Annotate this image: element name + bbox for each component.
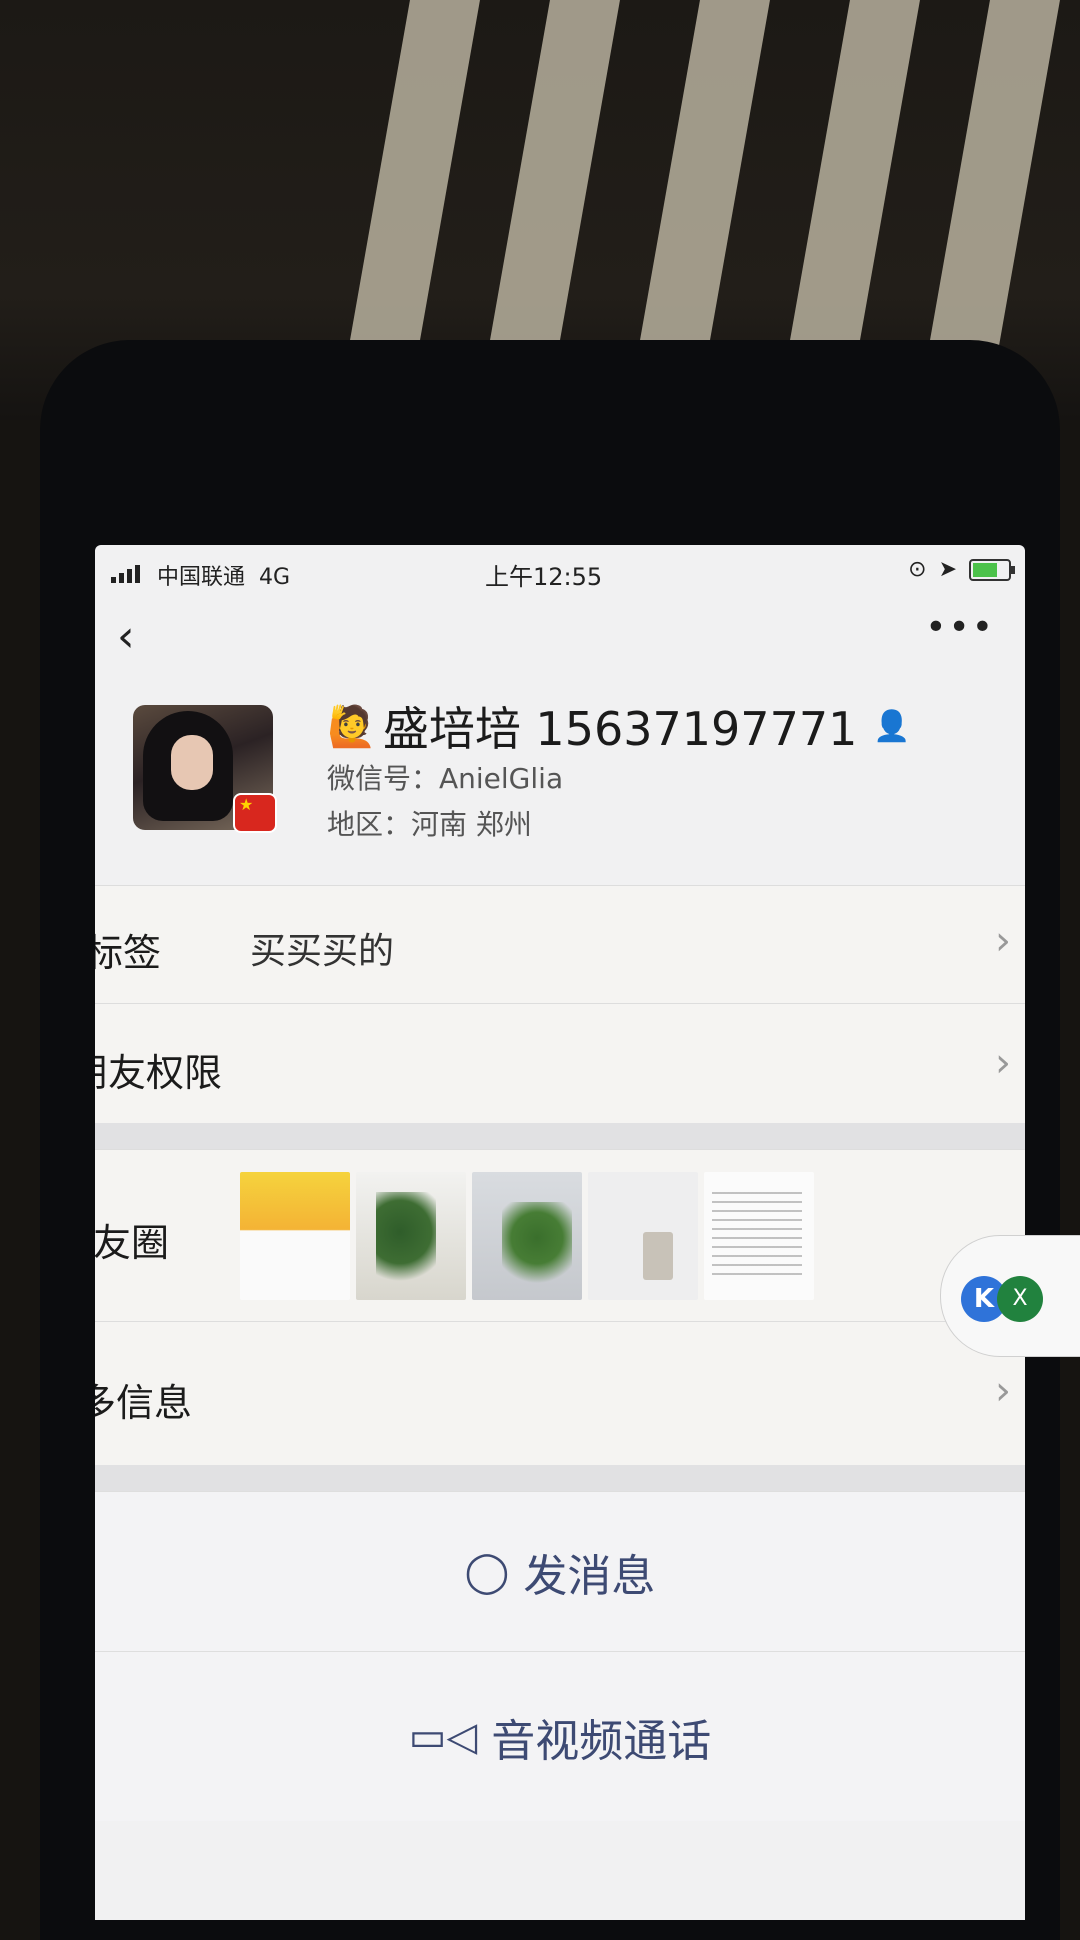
more-info-label: 更多信息 [95,1381,193,1425]
video-camera-icon: ▭◁ [408,1713,478,1760]
chevron-right-icon: › [995,1040,1011,1086]
phone-screen: 中国联通 4G 上午12:55 ⊙ ➤ ‹ ••• ★ 🙋 盛培培 156371… [95,545,1025,1920]
friend-permissions-row[interactable]: 朋友权限 › [95,1003,1025,1123]
moment-thumbnail [356,1172,466,1300]
battery-icon [969,558,1015,581]
moment-thumbnail [588,1172,698,1300]
video-call-button[interactable]: ▭◁ 音视频通话 [95,1651,1025,1821]
background-stripe [782,0,928,380]
contact-name: 盛培培 15637197771 [382,702,858,756]
chevron-right-icon: › [995,1368,1011,1414]
wechat-id: 微信号：AnielGlia [327,762,564,795]
moment-thumbnail [240,1172,350,1300]
status-icons: ⊙ ➤ [908,557,1015,582]
contact-name-row: 🙋 盛培培 15637197771 👤 [327,693,911,759]
moments-thumbnails [240,1172,814,1300]
location-icon: ➤ [938,557,957,582]
background-stripe [342,0,488,380]
rotation-lock-icon: ⊙ [908,557,927,582]
tags-value: 买买买的 [250,931,395,972]
chevron-left-icon: ‹ [117,611,135,662]
region: 地区：河南 郑州 [327,808,532,841]
section-divider [95,1123,1025,1149]
chevron-right-icon: › [995,918,1011,964]
moment-thumbnail [472,1172,582,1300]
female-gender-icon: 👤 [873,708,911,744]
china-flag-icon: ★ [233,793,277,833]
tags-label: 标签 [95,931,162,975]
chat-bubble-icon: ◯ [464,1548,510,1595]
raising-hand-icon: 🙋 [327,703,377,750]
app-bubble-icon: X [997,1276,1043,1322]
back-button[interactable]: ‹ [117,615,135,659]
friend-permissions-label: 朋友权限 [95,1051,223,1095]
video-call-label: 音视频通话 [491,1715,712,1767]
more-info-row[interactable]: 更多信息 › [95,1321,1025,1465]
status-time: 上午12:55 [485,563,603,591]
signal-icon [111,565,140,583]
moments-label: 朋友圈 [95,1221,170,1265]
background-stripe [482,0,628,380]
status-bar: 中国联通 4G 上午12:55 ⊙ ➤ [95,545,1025,597]
tags-row[interactable]: 标签 买买买的 › [95,885,1025,1003]
background-stripe [922,0,1068,380]
floating-window-bubble[interactable]: K X [940,1235,1080,1357]
send-message-button[interactable]: ◯ 发消息 [95,1491,1025,1651]
moment-thumbnail [704,1172,814,1300]
send-message-label: 发消息 [523,1550,656,1602]
section-divider [95,1465,1025,1491]
carrier-label: 中国联通 4G [157,565,291,590]
background-stripe [632,0,778,380]
moments-row[interactable]: 朋友圈 [95,1149,1025,1321]
more-options-button[interactable]: ••• [925,607,995,648]
